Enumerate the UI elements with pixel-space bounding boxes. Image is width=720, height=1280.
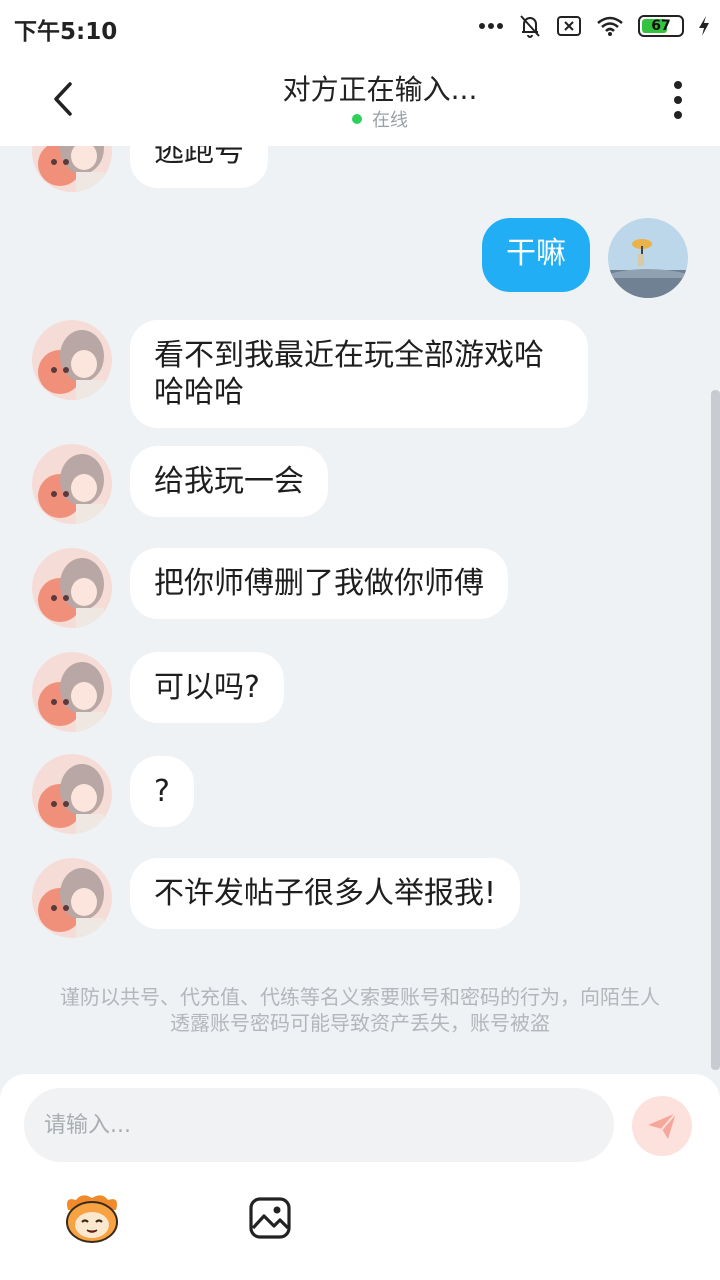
message-list[interactable]: 逃跑号 干嘛 看不到我最近在玩全部游戏哈哈哈哈 给我玩一会 把你师傅删了我做你师… — [0, 146, 720, 1074]
status-icons: 67 — [478, 12, 710, 40]
anime-girl-avatar-icon — [32, 652, 112, 732]
security-notice: 谨防以共号、代充值、代练等名义索要账号和密码的行为，向陌生人透露账号密码可能导致… — [60, 985, 660, 1035]
message-text: 把你师傅删了我做你师傅 — [154, 566, 484, 601]
contact-avatar[interactable] — [32, 146, 112, 192]
more-icon[interactable] — [672, 80, 684, 120]
anime-girl-avatar-icon — [32, 320, 112, 400]
message-text: 逃跑号 — [154, 146, 244, 169]
signal-dots-icon — [479, 23, 503, 29]
status-time: 下午5:10 — [14, 19, 118, 45]
image-icon[interactable] — [248, 1196, 292, 1240]
emoji-icon[interactable] — [62, 1192, 122, 1244]
no-sim-icon — [557, 16, 581, 36]
contact-avatar[interactable] — [32, 548, 112, 628]
message-bubble[interactable]: 把你师傅删了我做你师傅 — [130, 548, 508, 619]
message-text: 给我玩一会 — [154, 464, 304, 499]
contact-avatar[interactable] — [32, 754, 112, 834]
online-status: 在线 — [0, 106, 720, 132]
message-bubble-self[interactable]: 干嘛 — [482, 218, 590, 292]
chat-title: 对方正在输入... — [282, 73, 478, 106]
online-label: 在线 — [372, 110, 408, 131]
mute-icon — [520, 15, 540, 38]
battery-level: 67 — [651, 18, 671, 34]
send-button[interactable] — [632, 1096, 692, 1156]
send-icon — [648, 1112, 677, 1139]
status-bar: 下午5:10 67 — [0, 0, 720, 52]
anime-girl-avatar-icon — [32, 548, 112, 628]
charging-icon — [699, 16, 709, 36]
composer-panel — [0, 1074, 720, 1280]
battery-icon: 67 — [638, 15, 684, 37]
scrollbar[interactable] — [711, 390, 720, 1070]
chat-header: 对方正在输入... 在线 — [0, 52, 720, 146]
anime-girl-avatar-icon — [32, 146, 112, 192]
message-text: 不许发帖子很多人举报我! — [154, 876, 497, 911]
contact-avatar[interactable] — [32, 652, 112, 732]
anime-girl-avatar-icon — [32, 444, 112, 524]
message-input[interactable] — [24, 1088, 614, 1162]
message-text: 看不到我最近在玩全部游戏哈哈哈哈 — [154, 338, 544, 410]
anime-girl-avatar-icon — [32, 858, 112, 938]
message-text: ? — [154, 774, 170, 809]
message-text: 干嘛 — [506, 236, 566, 271]
contact-avatar[interactable] — [32, 444, 112, 524]
scenery-avatar-icon — [608, 218, 688, 298]
message-bubble[interactable]: 不许发帖子很多人举报我! — [130, 858, 521, 929]
message-text: 可以吗? — [154, 670, 260, 705]
self-avatar[interactable] — [608, 218, 688, 298]
online-dot — [352, 114, 362, 124]
message-bubble[interactable]: ? — [130, 756, 194, 827]
message-bubble[interactable]: 给我玩一会 — [130, 446, 328, 517]
wifi-icon — [597, 16, 623, 36]
message-bubble[interactable]: 逃跑号 — [130, 146, 268, 188]
message-bubble[interactable]: 可以吗? — [130, 652, 284, 723]
contact-avatar[interactable] — [32, 858, 112, 938]
contact-avatar[interactable] — [32, 320, 112, 400]
message-bubble[interactable]: 看不到我最近在玩全部游戏哈哈哈哈 — [130, 320, 588, 428]
anime-girl-avatar-icon — [32, 754, 112, 834]
